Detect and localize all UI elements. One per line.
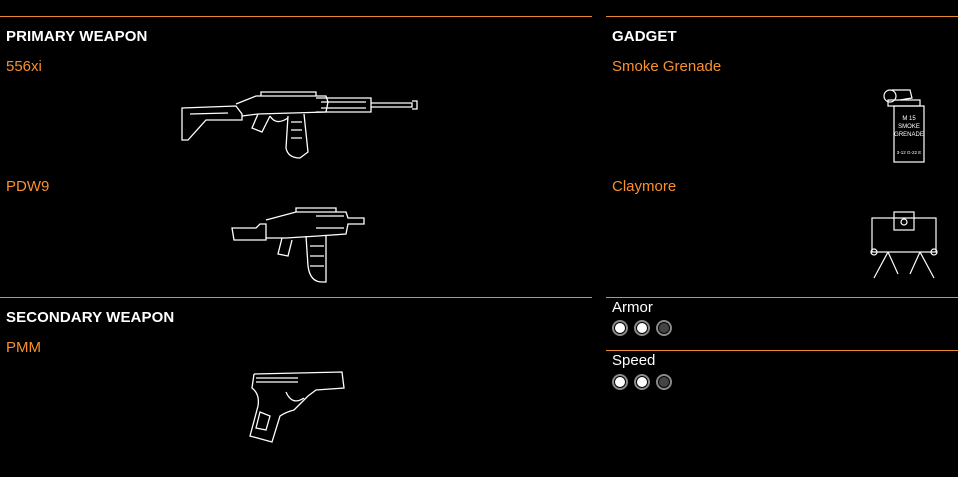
- gadget-divider: [606, 16, 958, 17]
- armor-divider: [606, 297, 958, 298]
- gadget-name-claymore[interactable]: Claymore: [612, 178, 676, 195]
- rating-dot: [656, 320, 672, 336]
- speed-divider: [606, 350, 958, 351]
- gadget-name-smoke-grenade[interactable]: Smoke Grenade: [612, 58, 721, 75]
- armor-label: Armor: [612, 299, 653, 316]
- rating-dot: [656, 374, 672, 390]
- gadget-heading: GADGET: [612, 28, 677, 45]
- primary-divider: [0, 16, 592, 17]
- speed-label: Speed: [612, 352, 656, 369]
- weapon-name-pmm[interactable]: PMM: [6, 339, 41, 356]
- canister-line-2: SMOKE: [898, 124, 920, 130]
- secondary-divider: [0, 297, 592, 298]
- assault-rifle-icon[interactable]: [176, 86, 421, 166]
- smg-icon[interactable]: [226, 206, 371, 286]
- weapon-name-pdw9[interactable]: PDW9: [6, 178, 49, 195]
- speed-rating: [612, 374, 672, 390]
- canister-line-3: GRENADE: [894, 132, 924, 138]
- rating-dot: [612, 374, 628, 390]
- rating-dot: [634, 374, 650, 390]
- canister-code: 3-12 G-22 E: [897, 150, 922, 155]
- pistol-icon[interactable]: [246, 366, 351, 446]
- claymore-icon[interactable]: [864, 208, 944, 284]
- weapon-name-556xi[interactable]: 556xi: [6, 58, 42, 75]
- canister-line-1: M 15: [902, 116, 916, 122]
- secondary-weapon-heading: SECONDARY WEAPON: [6, 309, 175, 326]
- smoke-grenade-icon[interactable]: M 15 SMOKE GRENADE 3-12 G-22 E: [876, 86, 926, 166]
- rating-dot: [634, 320, 650, 336]
- rating-dot: [612, 320, 628, 336]
- armor-rating: [612, 320, 672, 336]
- primary-weapon-heading: PRIMARY WEAPON: [6, 28, 148, 45]
